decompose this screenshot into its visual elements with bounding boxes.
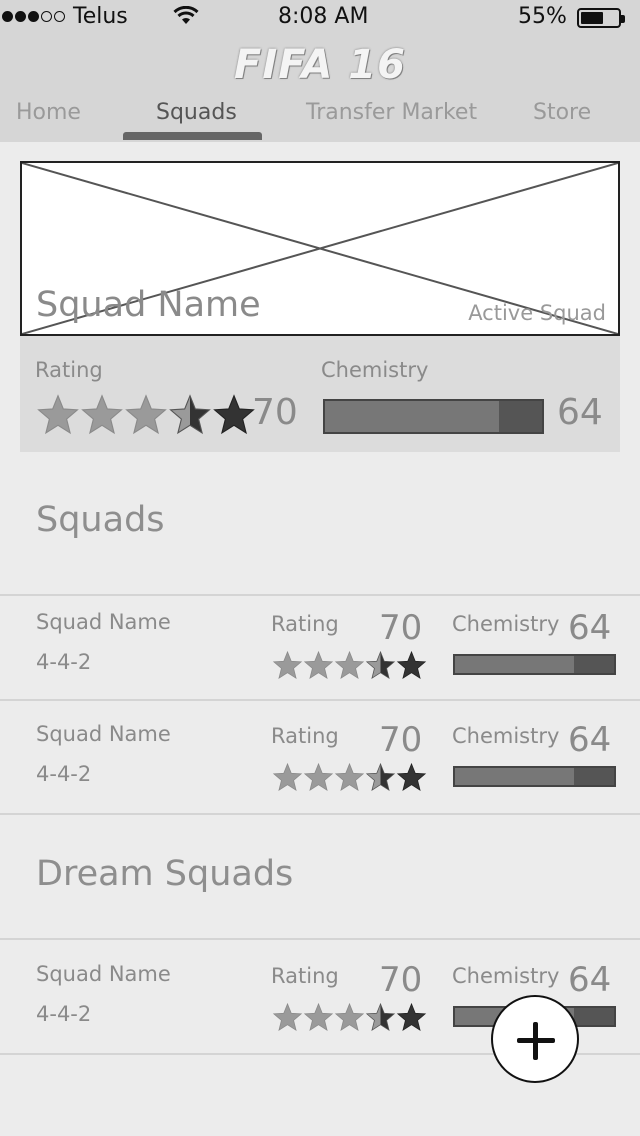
star-icon <box>334 762 365 792</box>
squad-formation: 4-4-2 <box>36 1002 92 1026</box>
star-icon <box>303 762 334 792</box>
chemistry-bar <box>323 399 544 434</box>
clock: 8:08 AM <box>278 4 369 29</box>
divider <box>0 699 640 701</box>
squad-row[interactable]: Squad Name 4-4-2 Rating 70 Chemistry 64 <box>0 708 640 812</box>
app-header: FIFA 16 Home Squads Transfer Market Stor… <box>0 34 640 142</box>
star-icon <box>213 394 255 435</box>
rating-label: Rating <box>35 358 103 382</box>
star-icon <box>365 650 396 680</box>
rating-value: 70 <box>379 608 423 648</box>
rating-value: 70 <box>252 392 298 433</box>
divider <box>0 938 640 940</box>
chemistry-value: 64 <box>568 720 612 760</box>
chemistry-value: 64 <box>568 608 612 648</box>
squad-name: Squad Name <box>36 722 171 746</box>
carrier-label: Telus <box>73 4 128 29</box>
tab-home[interactable]: Home <box>16 100 81 125</box>
rating-stars <box>272 650 427 681</box>
tab-squads[interactable]: Squads <box>156 100 237 125</box>
chemistry-label: Chemistry <box>321 358 429 382</box>
star-icon <box>396 762 427 792</box>
battery-icon <box>577 8 625 28</box>
squad-row[interactable]: Squad Name 4-4-2 Rating 70 Chemistry 64 <box>0 596 640 700</box>
rating-stars <box>36 393 256 437</box>
active-squad-card[interactable]: Squad Name Active Squad <box>20 161 620 336</box>
active-squad-badge: Active Squad <box>468 301 606 325</box>
star-icon <box>169 394 211 435</box>
dream-squads-section-title: Dream Squads <box>36 854 294 894</box>
chemistry-value: 64 <box>568 960 612 1000</box>
rating-stars <box>272 762 427 793</box>
active-squad-stats: Rating 70 Chemistry 64 <box>20 336 620 452</box>
rating-value: 70 <box>379 960 423 1000</box>
carrier-info: Telus <box>0 4 128 29</box>
squad-name: Squad Name <box>36 962 171 986</box>
star-icon <box>81 394 123 435</box>
chemistry-label: Chemistry <box>452 964 560 988</box>
chemistry-bar <box>453 766 616 787</box>
tab-bar: Home Squads Transfer Market Store <box>0 96 640 142</box>
star-icon <box>396 1002 427 1032</box>
battery-percentage: 55% <box>518 4 567 29</box>
status-bar: Telus 8:08 AM 55% <box>0 0 640 34</box>
squads-section-title: Squads <box>36 500 165 540</box>
star-icon <box>365 762 396 792</box>
rating-label: Rating <box>271 612 339 636</box>
star-icon <box>125 394 167 435</box>
chemistry-label: Chemistry <box>452 612 560 636</box>
star-icon <box>396 650 427 680</box>
star-icon <box>272 1002 303 1032</box>
chemistry-label: Chemistry <box>452 724 560 748</box>
squad-formation: 4-4-2 <box>36 650 92 674</box>
star-icon <box>334 1002 365 1032</box>
wifi-icon <box>173 6 199 24</box>
squad-formation: 4-4-2 <box>36 762 92 786</box>
active-tab-indicator <box>123 132 262 140</box>
rating-label: Rating <box>271 964 339 988</box>
add-squad-button[interactable] <box>491 995 579 1083</box>
star-icon <box>334 650 365 680</box>
signal-icon <box>2 11 65 22</box>
tab-store[interactable]: Store <box>533 100 591 125</box>
star-icon <box>272 650 303 680</box>
squad-name: Squad Name <box>36 610 171 634</box>
tab-transfer-market[interactable]: Transfer Market <box>306 100 477 125</box>
chemistry-bar <box>453 654 616 675</box>
star-icon <box>37 394 79 435</box>
rating-label: Rating <box>271 724 339 748</box>
divider <box>0 813 640 815</box>
active-squad-name: Squad Name <box>36 285 261 325</box>
rating-stars <box>272 1002 427 1033</box>
chemistry-value: 64 <box>557 392 603 433</box>
star-icon <box>303 650 334 680</box>
star-icon <box>303 1002 334 1032</box>
star-icon <box>365 1002 396 1032</box>
fifa-logo: FIFA 16 <box>234 42 406 88</box>
star-icon <box>272 762 303 792</box>
rating-value: 70 <box>379 720 423 760</box>
